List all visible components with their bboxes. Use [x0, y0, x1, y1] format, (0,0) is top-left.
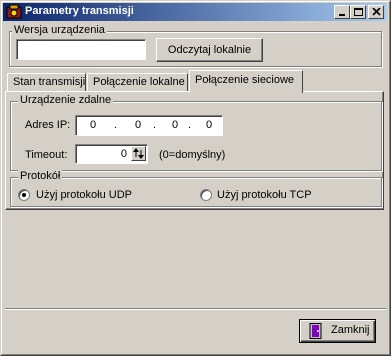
footer-divider	[5, 308, 386, 310]
tab-local-connection[interactable]: Połączenie lokalne	[87, 73, 188, 91]
timeout-value: 0	[120, 148, 127, 160]
read-locally-button[interactable]: Odczytaj lokalnie	[156, 38, 263, 62]
udp-radio[interactable]	[18, 189, 30, 201]
door-icon	[309, 323, 322, 339]
tab-transmission-status[interactable]: Stan transmisji	[7, 73, 86, 91]
ip-separator: .	[114, 119, 118, 131]
udp-radio-label[interactable]: Użyj protokołu UDP	[36, 189, 132, 201]
close-dialog-label: Zamknij	[331, 324, 370, 336]
tcp-radio-label[interactable]: Użyj protokołu TCP	[217, 189, 312, 201]
device-version-label: Wersja urządzenia	[12, 24, 107, 36]
timeout-label: Timeout:	[25, 149, 68, 161]
remote-device-label: Urządzenie zdalne	[18, 94, 114, 106]
maximize-button[interactable]	[350, 5, 366, 19]
app-icon	[6, 4, 22, 19]
spin-arrows-icon	[133, 148, 144, 159]
timeout-spinbox[interactable]: 0	[75, 144, 148, 164]
protocol-label: Protokół	[18, 170, 63, 182]
window-title: Parametry transmisji	[25, 5, 134, 17]
close-icon	[372, 8, 381, 16]
ip-address-input[interactable]: 0 . 0 . 0 . 0	[75, 115, 223, 136]
minimize-icon	[339, 14, 345, 16]
ip-octet-1: 0	[89, 119, 97, 131]
ip-octet-2: 0	[134, 119, 142, 131]
close-button[interactable]	[368, 5, 384, 19]
minimize-button[interactable]	[334, 5, 350, 19]
close-dialog-button[interactable]: Zamknij	[299, 319, 376, 343]
timeout-hint: (0=domyślny)	[159, 149, 226, 161]
timeout-spin-button[interactable]	[131, 146, 146, 161]
ip-separator: .	[188, 119, 192, 131]
ip-octet-4: 0	[205, 119, 213, 131]
ip-address-label: Adres IP:	[25, 119, 71, 131]
tab-network-connection[interactable]: Połączenie sieciowe	[189, 70, 303, 93]
device-version-field[interactable]	[16, 39, 146, 60]
ip-octet-3: 0	[171, 119, 179, 131]
radio-selected-dot	[22, 193, 26, 197]
ip-separator: .	[153, 119, 157, 131]
title-bar[interactable]: Parametry transmisji	[3, 3, 386, 21]
tcp-radio[interactable]	[200, 189, 212, 201]
maximize-icon	[354, 8, 363, 16]
dialog-window: Parametry transmisji Wersja urządzenia O…	[0, 0, 391, 356]
